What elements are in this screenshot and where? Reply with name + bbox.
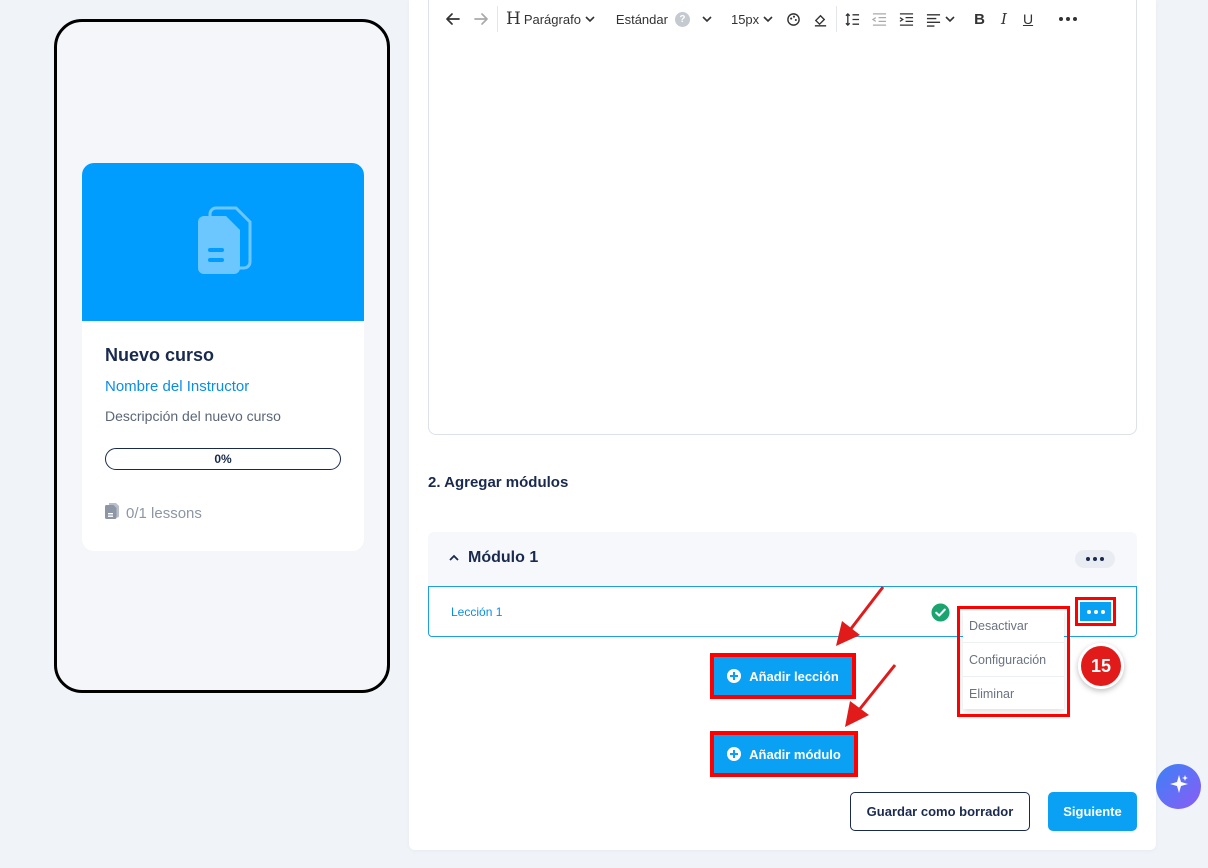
mobile-preview-frame: Nuevo curso Nombre del Instructor Descri… <box>54 19 390 693</box>
ai-assistant-button[interactable] <box>1156 764 1201 809</box>
course-banner <box>82 163 364 321</box>
chevron-down-icon <box>762 13 774 25</box>
redo-icon[interactable] <box>467 0 495 38</box>
editor-toolbar: H Parágrafo Estándar ? 15px B I U <box>429 0 1136 38</box>
line-height-icon[interactable] <box>839 0 866 38</box>
chevron-down-icon <box>701 13 713 25</box>
instructor-name: Nombre del Instructor <box>105 378 250 395</box>
plus-circle-icon <box>727 747 742 761</box>
font-size-label: 15px <box>730 11 760 27</box>
heading-icon: H <box>506 9 521 29</box>
save-draft-button[interactable]: Guardar como borrador <box>850 792 1030 831</box>
lessons-count-label: 0/1 lessons <box>126 504 202 522</box>
more-dot <box>1100 609 1105 614</box>
toolbar-divider <box>836 6 838 32</box>
align-select[interactable] <box>920 0 962 38</box>
indent-icon[interactable] <box>893 0 920 38</box>
add-module-button[interactable]: Añadir módulo <box>714 735 854 773</box>
step-number-badge: 15 <box>1078 643 1124 689</box>
course-title: Nuevo curso <box>105 345 215 365</box>
rich-text-editor[interactable]: H Parágrafo Estándar ? 15px B I U <box>428 0 1137 435</box>
lessons-count: 0/1 lessons <box>105 503 341 523</box>
more-dot <box>1093 557 1097 561</box>
course-progress-bar: 0% <box>105 448 341 470</box>
outdent-icon[interactable] <box>866 0 893 38</box>
highlight-color-icon[interactable] <box>807 0 834 38</box>
style-select[interactable]: Estándar ? <box>610 0 719 38</box>
add-module-highlight: Añadir módulo <box>710 731 858 777</box>
chevron-down-icon <box>584 13 596 25</box>
section-title: 2. Agregar módulos <box>428 474 569 491</box>
next-button[interactable]: Siguiente <box>1048 792 1137 831</box>
lesson-file-icon <box>105 503 119 523</box>
more-dot <box>1086 609 1091 614</box>
course-description: Descripción del nuevo curso <box>105 408 281 424</box>
add-module-label: Añadir módulo <box>749 746 841 762</box>
undo-icon[interactable] <box>439 0 467 38</box>
more-dot <box>1086 557 1090 561</box>
toolbar-divider <box>497 6 498 32</box>
course-card: Nuevo curso Nombre del Instructor Descri… <box>82 163 364 551</box>
add-lesson-label: Añadir lección <box>749 668 839 684</box>
more-options-icon[interactable] <box>1053 0 1083 38</box>
italic-icon[interactable]: I <box>995 0 1013 38</box>
heading-select[interactable]: H Parágrafo <box>500 0 602 38</box>
progress-label: 0% <box>214 452 232 466</box>
module-header[interactable]: Módulo 1 <box>428 532 1137 586</box>
heading-label: Parágrafo <box>523 11 581 27</box>
text-color-icon[interactable] <box>780 0 807 38</box>
lesson-title[interactable]: Lección 1 <box>451 605 502 619</box>
more-dot <box>1093 609 1098 614</box>
add-lesson-button[interactable]: Añadir lección <box>714 657 852 695</box>
sparkle-icon <box>1168 773 1190 800</box>
module-more-button[interactable] <box>1075 550 1115 568</box>
lesson-more-button[interactable] <box>1080 602 1111 621</box>
check-circle-icon <box>931 603 950 627</box>
add-lesson-highlight: Añadir lección <box>710 653 856 699</box>
chevron-down-icon <box>944 13 956 25</box>
underline-icon[interactable]: U <box>1017 0 1039 38</box>
help-icon[interactable]: ? <box>674 11 690 27</box>
style-label: Estándar <box>615 11 668 27</box>
plus-circle-icon <box>727 669 742 683</box>
font-size-select[interactable]: 15px <box>725 0 780 38</box>
module-title: Módulo 1 <box>468 549 539 566</box>
lesson-more-highlight <box>1075 597 1116 626</box>
menu-highlight-frame <box>957 606 1070 717</box>
documents-icon <box>194 206 252 279</box>
course-builder-panel: H Parágrafo Estándar ? 15px B I U 2. Agr… <box>409 0 1156 850</box>
more-dot <box>1100 557 1104 561</box>
bold-icon[interactable]: B <box>968 0 991 38</box>
chevron-up-icon[interactable] <box>448 551 460 569</box>
